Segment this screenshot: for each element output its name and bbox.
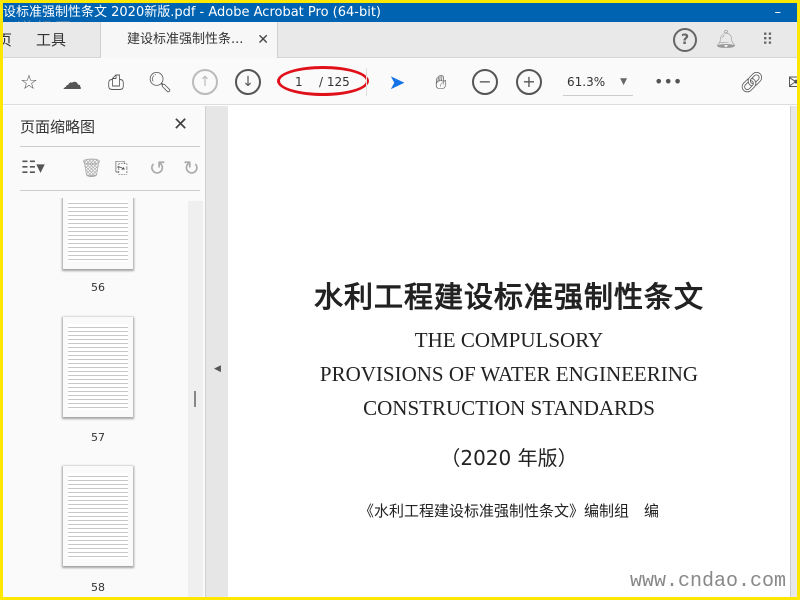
chevron-down-icon: ▼ [620, 77, 627, 87]
title-bar: 设标准强制性条文 2020新版.pdf - Adobe Acrobat Pro … [3, 3, 797, 22]
thumbnail-label: 57 [91, 431, 105, 444]
rotate-ccw-icon[interactable]: ↺ [149, 156, 166, 180]
close-tab-icon[interactable]: ✕ [257, 22, 269, 58]
zoom-value: 61.3% [567, 75, 606, 89]
tab-document-label: 建设标准强制性条... [127, 32, 244, 47]
search-icon[interactable]: 🔍︎ [147, 69, 173, 95]
help-icon[interactable]: ? [673, 28, 697, 52]
toolbar: ☆ ☁ ⎙ 🔍︎ ↑ ↓ 1/ 125 ➤ ✋︎ − + 61.3% ▼ ••• … [3, 58, 797, 105]
tab-bar: 页 工具 建设标准强制性条... ✕ ? 🔔︎ ⠿ [3, 22, 797, 58]
page-thumbnail[interactable] [62, 465, 134, 567]
select-pointer-icon[interactable]: ➤ [384, 69, 410, 95]
hand-icon[interactable]: ✋︎ [428, 69, 454, 95]
divider [20, 190, 200, 191]
rotate-cw-icon[interactable]: ↻ [183, 156, 200, 180]
thumbnail-options-icon[interactable]: ☷▾ [21, 158, 45, 178]
page-thumbnail[interactable] [62, 198, 134, 270]
mail-icon[interactable]: ✉ [783, 69, 797, 95]
thumbnails-panel: 页面缩略图 ✕ ☷▾ 🗑︎ ⎘ ↺ ↻ 56 57 58 [3, 106, 205, 597]
thumbnail-scrollbar[interactable] [188, 201, 203, 597]
print-icon[interactable]: ⎙ [103, 69, 129, 95]
zoom-out-icon[interactable]: − [472, 69, 498, 95]
extract-pages-icon[interactable]: ⎘ [115, 158, 128, 178]
document-title-en-line: THE COMPULSORY [414, 328, 604, 352]
highlight-ellipse [277, 66, 369, 96]
document-scrollbar[interactable] [790, 106, 797, 597]
tab-home[interactable]: 页 [3, 22, 12, 58]
document-page: 水利工程建设标准强制性条文 THE COMPULSORY PROVISIONS … [228, 106, 790, 597]
edition: （2020 年版） [440, 446, 578, 470]
thumbnail-label: 58 [91, 581, 105, 594]
document-title-en-line: CONSTRUCTION STANDARDS [363, 396, 655, 420]
editor-line: 《水利工程建设标准强制性条文》编制组 编 [358, 502, 659, 520]
collapse-panel-icon[interactable]: ◀ [214, 364, 221, 374]
next-page-icon[interactable]: ↓ [235, 69, 261, 95]
divider [20, 146, 200, 147]
link-cloud-icon[interactable]: 🔗︎ [739, 69, 765, 95]
page-thumbnail[interactable] [62, 316, 134, 418]
panel-splitter[interactable]: ◀ [205, 106, 228, 597]
thumbnail-label: 56 [91, 281, 105, 294]
minimize-button[interactable]: – [775, 3, 782, 22]
zoom-in-icon[interactable]: + [516, 69, 542, 95]
document-title-en-line: PROVISIONS OF WATER ENGINEERING [319, 362, 699, 386]
close-panel-icon[interactable]: ✕ [173, 114, 188, 135]
cloud-upload-icon[interactable]: ☁ [59, 69, 85, 95]
prev-page-icon[interactable]: ↑ [192, 69, 218, 95]
apps-grid-icon[interactable]: ⠿ [755, 28, 779, 52]
divider [366, 68, 367, 96]
acrobat-window: 设标准强制性条文 2020新版.pdf - Adobe Acrobat Pro … [3, 3, 797, 597]
more-icon[interactable]: ••• [654, 69, 682, 95]
tab-document[interactable]: 建设标准强制性条... ✕ [100, 22, 278, 58]
trash-icon[interactable]: 🗑︎ [80, 158, 103, 179]
panel-title: 页面缩略图 [20, 118, 96, 136]
bell-icon[interactable]: 🔔︎ [714, 28, 738, 52]
tab-tools[interactable]: 工具 [36, 22, 66, 58]
thumbnail-list: 56 57 58 [3, 198, 188, 597]
zoom-select[interactable]: 61.3% ▼ [563, 68, 633, 96]
document-title-cn: 水利工程建设标准强制性条文 [313, 280, 704, 314]
scrollbar-thumb[interactable] [194, 391, 196, 407]
watermark-url: www.cndao.com [629, 570, 786, 593]
star-icon[interactable]: ☆ [16, 69, 42, 95]
